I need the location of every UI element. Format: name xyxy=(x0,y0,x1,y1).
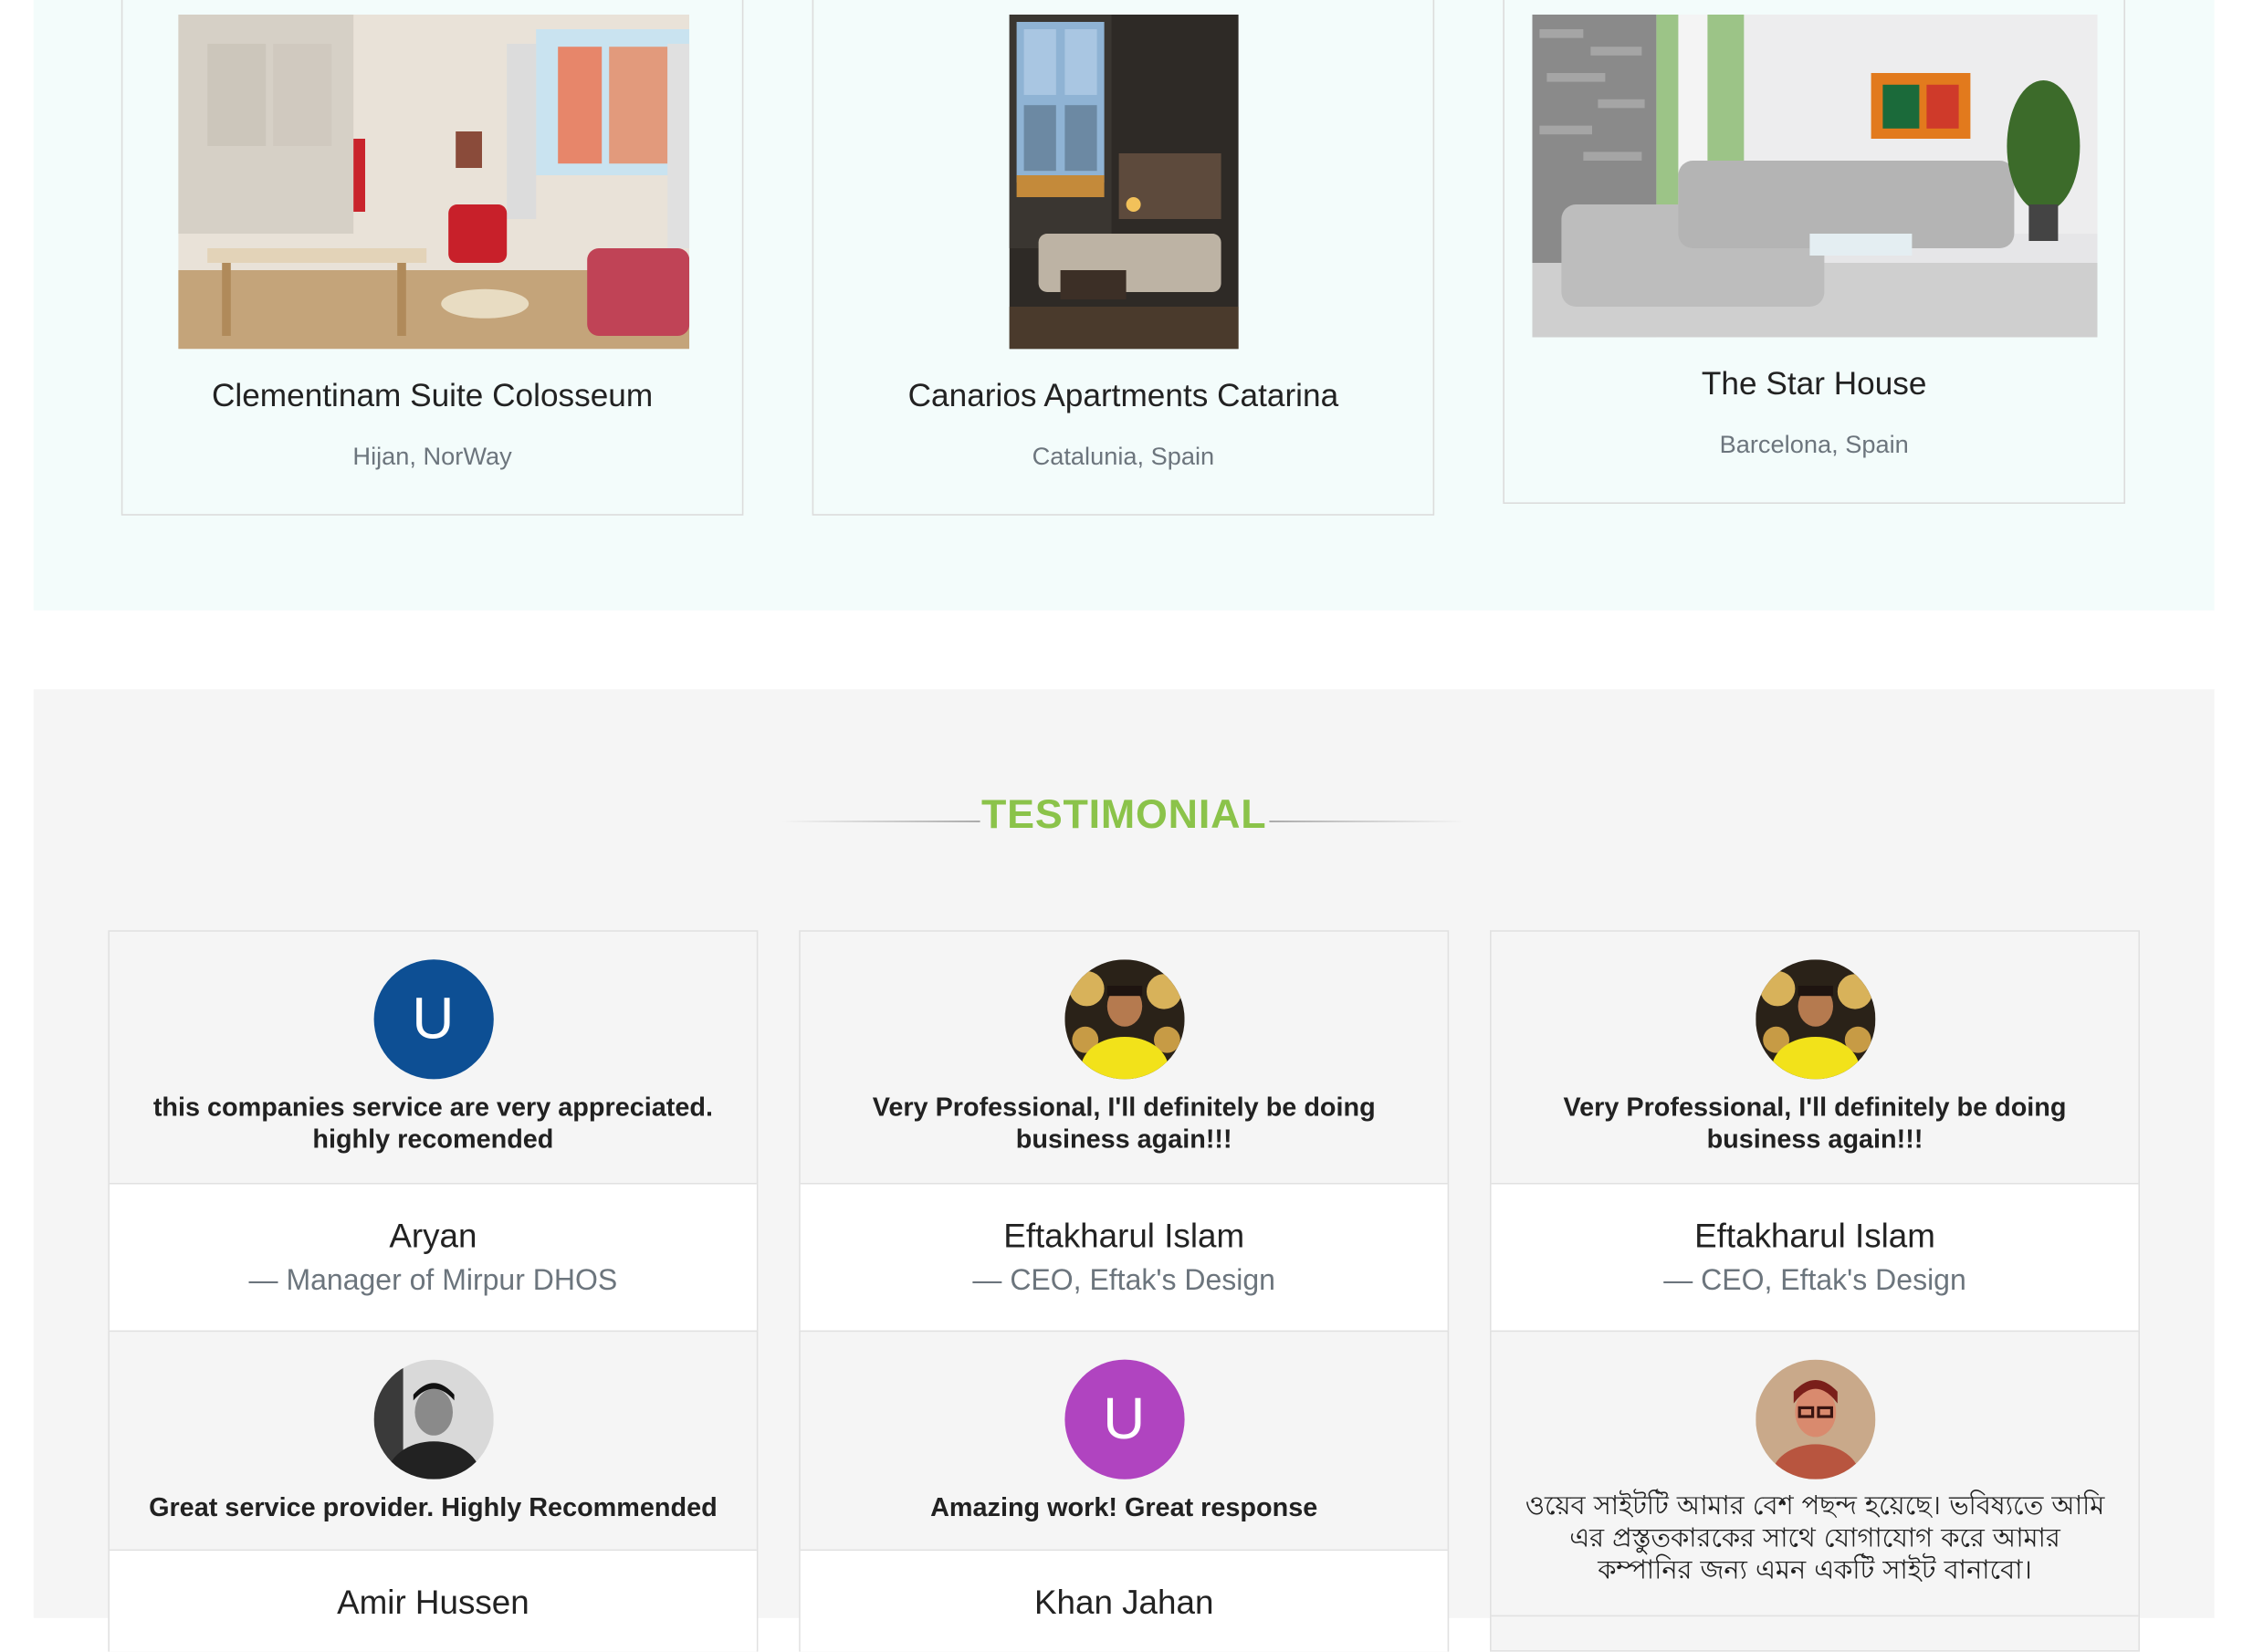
testimonial-card: Great service provider. Highly Recommend… xyxy=(108,1330,759,1652)
property-image[interactable] xyxy=(178,15,690,350)
testimonial-quote-area: Very Professional, I'll definitely be do… xyxy=(800,932,1448,1185)
property-name[interactable]: The Star House xyxy=(1504,365,2123,403)
testimonial-quote: Great service provider. Highly Recommend… xyxy=(149,1492,718,1522)
avatar: U xyxy=(1064,1359,1184,1479)
property-card[interactable]: Clementinam Suite Colosseum Hijan, NorWa… xyxy=(121,0,744,516)
living-room-image xyxy=(1532,15,2098,338)
testimonial-card: Very Professional, I'll definitely be do… xyxy=(1490,930,2140,1333)
apartment-interior-image xyxy=(1009,15,1239,350)
property-image[interactable] xyxy=(1009,15,1239,350)
apartment-interior-image xyxy=(178,15,690,350)
property-name[interactable]: Clementinam Suite Colosseum xyxy=(122,377,741,415)
testimonial-quote: ওয়েব সাইটটি আমার বেশ পছন্দ হয়েছে। ভবিষ… xyxy=(1525,1490,2105,1586)
author-role: — CEO, Eftak's Design xyxy=(1663,1264,1966,1297)
property-card[interactable]: Canarios Apartments Catarina Catalunia, … xyxy=(812,0,1435,516)
property-name[interactable]: Canarios Apartments Catarina xyxy=(813,377,1432,415)
avatar: U xyxy=(372,959,493,1080)
testimonial-author: Khan Jahan xyxy=(800,1551,1448,1652)
author-name: Khan Jahan xyxy=(1033,1583,1214,1621)
title-divider-right xyxy=(1269,821,1465,822)
testimonial-quote-area: ওয়েব সাইটটি আমার বেশ পছন্দ হয়েছে। ভবিষ… xyxy=(1491,1332,2139,1617)
author-name: Aryan xyxy=(389,1216,477,1255)
testimonial-quote-area: U this companies service are very apprec… xyxy=(110,932,757,1185)
testimonial-section: TESTIMONIAL U this companies service are… xyxy=(33,689,2215,1652)
author-role: — CEO, Eftak's Design xyxy=(972,1264,1275,1297)
avatar xyxy=(1064,959,1184,1080)
avatar-letter: U xyxy=(412,986,455,1051)
testimonial-author: Eftakharul Islam — CEO, Eftak's Design xyxy=(800,1184,1448,1333)
user-photo xyxy=(1755,1359,1875,1479)
testimonial-quote: Very Professional, I'll definitely be do… xyxy=(1563,1092,2067,1154)
avatar xyxy=(1755,1359,1875,1479)
testimonial-card: U Amazing work! Great response Khan Jaha… xyxy=(799,1330,1450,1652)
author-name: Amir Hussen xyxy=(337,1583,529,1621)
testimonial-author: Eftakharul Islam — CEO, Eftak's Design xyxy=(1491,1184,2139,1333)
author-name: Eftakharul Islam xyxy=(1003,1216,1245,1255)
testimonial-quote: this companies service are very apprecia… xyxy=(152,1092,713,1154)
user-photo xyxy=(372,1359,493,1479)
property-location: Barcelona, Spain xyxy=(1719,431,1909,459)
testimonial-quote-area: Great service provider. Highly Recommend… xyxy=(110,1332,757,1552)
testimonial-card: U this companies service are very apprec… xyxy=(108,930,759,1333)
testimonial-card: Very Professional, I'll definitely be do… xyxy=(799,930,1450,1333)
avatar xyxy=(1755,959,1875,1080)
avatar xyxy=(372,1359,493,1479)
testimonial-quote-area: U Amazing work! Great response xyxy=(800,1332,1448,1552)
author-role: — Manager of Mirpur DHOS xyxy=(248,1264,618,1297)
property-image[interactable] xyxy=(1532,15,2098,338)
testimonial-quote: Amazing work! Great response xyxy=(930,1492,1318,1522)
testimonial-author: Amir Hussen xyxy=(110,1551,757,1652)
property-location: Hijan, NorWay xyxy=(352,442,512,471)
section-title: TESTIMONIAL xyxy=(980,791,1267,837)
user-photo xyxy=(1064,959,1184,1080)
property-location: Catalunia, Spain xyxy=(1032,442,1215,471)
testimonial-card: ওয়েব সাইটটি আমার বেশ পছন্দ হয়েছে। ভবিষ… xyxy=(1490,1330,2140,1652)
testimonial-author: Aryan — Manager of Mirpur DHOS xyxy=(110,1184,757,1333)
author-name: Eftakharul Islam xyxy=(1694,1216,1935,1255)
user-photo xyxy=(1755,959,1875,1080)
property-card[interactable]: The Star House Barcelona, Spain xyxy=(1503,0,2125,505)
testimonial-quote-area: Very Professional, I'll definitely be do… xyxy=(1491,932,2139,1185)
testimonial-quote: Very Professional, I'll definitely be do… xyxy=(872,1092,1376,1154)
properties-section: Clementinam Suite Colosseum Hijan, NorWa… xyxy=(33,0,2215,611)
avatar-letter: U xyxy=(1103,1386,1146,1451)
